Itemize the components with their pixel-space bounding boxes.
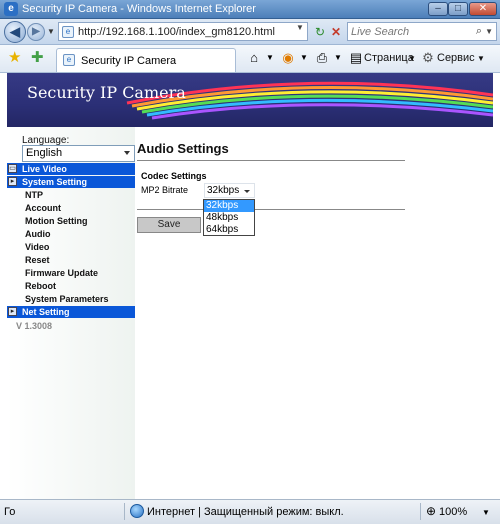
expand-arrow-icon: ▸ (8, 307, 17, 316)
close-button[interactable]: ✕ (469, 2, 497, 16)
save-button[interactable]: Save (137, 217, 201, 233)
bitrate-value: 32kbps (207, 185, 240, 196)
window-title: Security IP Camera - Windows Internet Ex… (22, 3, 256, 15)
menu-label: Firmware Update (25, 268, 99, 278)
search-icon[interactable]: ⌕ (476, 25, 482, 38)
mp2-bitrate-label: MP2 Bitrate (141, 185, 189, 195)
menu-system-setting[interactable]: ▸ System Setting (7, 176, 135, 188)
menu-label: Account (25, 203, 61, 213)
bitrate-option[interactable]: 64kbps (204, 224, 254, 236)
url-dropdown-icon[interactable]: ▼ (296, 23, 304, 32)
command-toolbar: ★ ✚ e Security IP Camera ⌂ ▼ ◉ ▼ ⎙ ▼ ▤ С… (0, 45, 500, 73)
window-title-bar: e Security IP Camera - Windows Internet … (0, 0, 500, 19)
page-icon: e (63, 54, 75, 66)
bitrate-option[interactable]: 48kbps (204, 212, 254, 224)
menu-label: Reset (25, 255, 50, 265)
zoom-level[interactable]: 100% (439, 506, 467, 518)
menu-label: NTP (25, 190, 43, 200)
globe-icon (130, 504, 144, 518)
sidebar: Language: English ▭ Live Video ▸ System … (7, 127, 135, 499)
page-menu[interactable]: Страница (364, 52, 414, 64)
gear-icon[interactable]: ⚙ (420, 50, 436, 66)
security-zone-text: Интернет | Защищенный режим: выкл. (147, 506, 344, 518)
menu-label: Net Setting (22, 307, 70, 317)
stop-icon[interactable]: ✕ (328, 23, 344, 41)
expand-arrow-icon: ▸ (8, 177, 17, 186)
divider (124, 503, 125, 520)
bitrate-option[interactable]: 32kbps (204, 200, 254, 212)
menu-label: Video (25, 242, 50, 252)
minimize-button[interactable]: – (428, 2, 448, 16)
divider (420, 503, 421, 520)
menu-label: Motion Setting (25, 216, 88, 226)
menu-live-video[interactable]: ▭ Live Video (7, 163, 135, 175)
chevron-down-icon (244, 190, 250, 193)
home-icon[interactable]: ⌂ (246, 50, 262, 66)
chevron-down-icon (124, 151, 130, 155)
favorites-star-icon[interactable]: ★ (8, 50, 21, 66)
search-placeholder: Live Search (351, 26, 410, 38)
language-select[interactable]: English (22, 145, 135, 162)
menu-audio[interactable]: Audio (7, 228, 135, 240)
print-icon[interactable]: ⎙ (314, 50, 330, 66)
tools-menu[interactable]: Сервис (437, 52, 475, 64)
tools-menu-dropdown-icon[interactable]: ▼ (477, 54, 485, 63)
section-title: Codec Settings (141, 171, 207, 181)
refresh-icon[interactable]: ↻ (312, 23, 328, 41)
back-button[interactable]: ◀ (4, 21, 26, 43)
zoom-dropdown-icon[interactable]: ▼ (482, 508, 490, 517)
menu-label: Reboot (25, 281, 56, 291)
divider (137, 209, 405, 210)
url-text: http://192.168.1.100/index_gm8120.html (78, 26, 275, 38)
language-value: English (26, 147, 63, 159)
menu-label: Audio (25, 229, 51, 239)
page-viewport: Security IP Camera Language: English ▭ L… (0, 73, 500, 499)
ie-icon: e (4, 2, 18, 16)
address-bar: ◀ ▶ ▼ e http://192.168.1.100/index_gm812… (0, 19, 500, 45)
add-favorite-icon[interactable]: ✚ (31, 50, 44, 66)
firmware-version: V 1.3008 (16, 321, 53, 331)
status-text: Го (4, 506, 16, 518)
mp2-bitrate-select[interactable]: 32kbps (204, 183, 255, 198)
menu-net-setting[interactable]: ▸ Net Setting (7, 306, 135, 318)
search-dropdown-icon[interactable]: ▼ (485, 27, 493, 36)
forward-button[interactable]: ▶ (27, 23, 45, 41)
bitrate-dropdown-list: 32kbps 48kbps 64kbps (203, 199, 255, 236)
menu-label: System Setting (22, 177, 88, 187)
zoom-icon[interactable]: ⊕ (426, 504, 436, 518)
feeds-dropdown-icon[interactable]: ▼ (296, 50, 312, 66)
divider (137, 160, 405, 161)
menu-firmware-update[interactable]: Firmware Update (7, 267, 135, 279)
banner: Security IP Camera (7, 73, 493, 127)
page-icon[interactable]: ▤ (348, 50, 364, 66)
menu-ntp[interactable]: NTP (7, 189, 135, 201)
main-content: Audio Settings Codec Settings MP2 Bitrat… (137, 127, 437, 499)
tab-security-ip-camera[interactable]: e Security IP Camera (56, 48, 236, 72)
menu-motion-setting[interactable]: Motion Setting (7, 215, 135, 227)
menu-system-parameters[interactable]: System Parameters (7, 293, 135, 305)
tab-label: Security IP Camera (81, 55, 177, 67)
home-dropdown-icon[interactable]: ▼ (262, 50, 278, 66)
menu-label: System Parameters (25, 294, 109, 304)
print-dropdown-icon[interactable]: ▼ (330, 50, 346, 66)
url-field[interactable]: e http://192.168.1.100/index_gm8120.html (58, 22, 308, 41)
maximize-button[interactable]: □ (448, 2, 468, 16)
search-input[interactable]: Live Search ⌕ ▼ (347, 22, 497, 41)
status-bar: Го Интернет | Защищенный режим: выкл. ⊕ … (0, 499, 500, 524)
menu-reset[interactable]: Reset (7, 254, 135, 266)
menu-video[interactable]: Video (7, 241, 135, 253)
feeds-icon[interactable]: ◉ (280, 50, 296, 66)
banner-title: Security IP Camera (27, 83, 186, 102)
monitor-icon: ▭ (8, 164, 17, 173)
page-icon: e (62, 26, 74, 38)
menu-reboot[interactable]: Reboot (7, 280, 135, 292)
page-title: Audio Settings (137, 141, 229, 156)
page-menu-dropdown-icon[interactable]: ▼ (408, 54, 416, 63)
history-dropdown-icon[interactable]: ▼ (47, 27, 55, 36)
menu-label: Live Video (22, 164, 67, 174)
menu-account[interactable]: Account (7, 202, 135, 214)
